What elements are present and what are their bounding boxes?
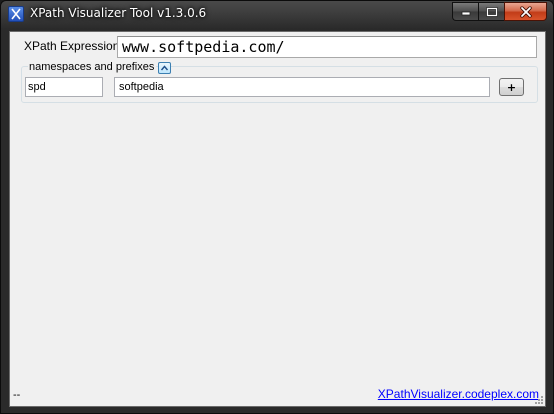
app-window: XPath Visualizer Tool v1.3.0.6 XPath Exp… — [0, 0, 554, 414]
namespace-prefix-input[interactable] — [25, 77, 103, 97]
namespace-uri-input[interactable] — [114, 77, 490, 97]
minimize-button[interactable] — [452, 2, 478, 21]
add-namespace-button[interactable]: + — [499, 78, 524, 96]
maximize-icon — [485, 6, 498, 17]
minimize-icon — [461, 11, 470, 15]
xpath-expression-label: XPath Expression — [24, 39, 120, 53]
maximize-button[interactable] — [478, 2, 504, 21]
chevron-up-icon — [160, 65, 169, 71]
resize-grip-icon[interactable] — [534, 395, 544, 405]
main-panel: XPath Expression namespaces and prefixes… — [9, 31, 546, 407]
close-icon — [519, 6, 532, 17]
close-button[interactable] — [504, 2, 547, 21]
namespaces-legend: namespaces and prefixes — [28, 61, 157, 73]
title-bar[interactable]: XPath Visualizer Tool v1.3.0.6 — [1, 1, 553, 29]
status-text: -- — [13, 389, 21, 401]
status-bar: -- XPathVisualizer.codeplex.com — [10, 385, 545, 406]
collapse-namespaces-button[interactable] — [158, 62, 171, 74]
codeplex-link[interactable]: XPathVisualizer.codeplex.com — [378, 387, 539, 401]
window-title: XPath Visualizer Tool v1.3.0.6 — [30, 6, 207, 20]
xpath-expression-input[interactable] — [117, 36, 537, 58]
caption-buttons — [452, 2, 547, 21]
xpath-app-icon[interactable] — [8, 6, 24, 22]
